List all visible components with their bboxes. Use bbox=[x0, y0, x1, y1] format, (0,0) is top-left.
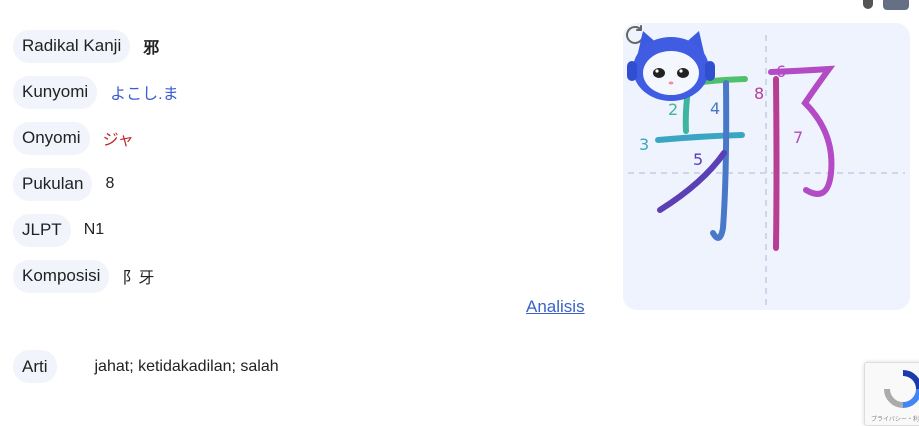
stroke-3 bbox=[655, 132, 745, 143]
info-row-onyomi: Onyomi ジャ bbox=[13, 115, 179, 161]
kanji-info-list: Radikal Kanji 邪 Kunyomi よこし.ま Onyomi ジャ … bbox=[13, 23, 179, 299]
label-composition: Komposisi bbox=[13, 259, 110, 293]
value-radical: 邪 bbox=[143, 40, 160, 57]
robot-mascot-icon[interactable] bbox=[623, 23, 719, 103]
menu-icon[interactable] bbox=[883, 0, 909, 10]
recaptcha-icon bbox=[884, 370, 919, 408]
info-row-composition: Komposisi 阝牙 bbox=[13, 253, 179, 299]
meaning-row: Arti jahat; ketidakadilan; salah bbox=[13, 350, 279, 383]
stroke-number-3: 3 bbox=[639, 135, 649, 154]
analysis-link[interactable]: Analisis bbox=[526, 297, 585, 317]
stroke-order-panel: 1 2 3 4 5 6 7 8 bbox=[623, 23, 910, 310]
value-onyomi[interactable]: ジャ bbox=[103, 126, 134, 150]
label-kunyomi: Kunyomi bbox=[13, 75, 98, 109]
label-meaning: Arti bbox=[13, 350, 57, 383]
stroke-5 bbox=[657, 150, 727, 213]
label-onyomi: Onyomi bbox=[13, 121, 90, 155]
stroke-number-8: 8 bbox=[754, 84, 764, 103]
recaptcha-privacy-text[interactable]: プライバシー・利 bbox=[871, 414, 919, 423]
stroke-number-6: 6 bbox=[776, 62, 786, 81]
info-row-jlpt: JLPT N1 bbox=[13, 207, 179, 253]
stroke-8 bbox=[773, 76, 780, 251]
stroke-number-7: 7 bbox=[793, 128, 803, 147]
comma-icon bbox=[863, 0, 873, 9]
value-kunyomi[interactable]: よこし.ま bbox=[110, 80, 178, 104]
info-row-stroke: Pukulan 8 bbox=[13, 161, 179, 207]
info-row-kunyomi: Kunyomi よこし.ま bbox=[13, 69, 179, 115]
info-row-radical: Radikal Kanji 邪 bbox=[13, 23, 179, 69]
recaptcha-badge[interactable]: プライバシー・利 bbox=[864, 362, 919, 426]
value-stroke-count: 8 bbox=[105, 175, 115, 192]
label-jlpt: JLPT bbox=[13, 213, 71, 247]
label-radical: Radikal Kanji bbox=[13, 29, 131, 63]
value-composition[interactable]: 阝牙 bbox=[122, 264, 154, 288]
label-stroke-count: Pukulan bbox=[13, 167, 93, 201]
value-jlpt: N1 bbox=[83, 221, 105, 238]
value-meaning: jahat; ketidakadilan; salah bbox=[94, 357, 279, 375]
stroke-number-5: 5 bbox=[693, 150, 703, 169]
top-toolbar bbox=[863, 0, 909, 10]
